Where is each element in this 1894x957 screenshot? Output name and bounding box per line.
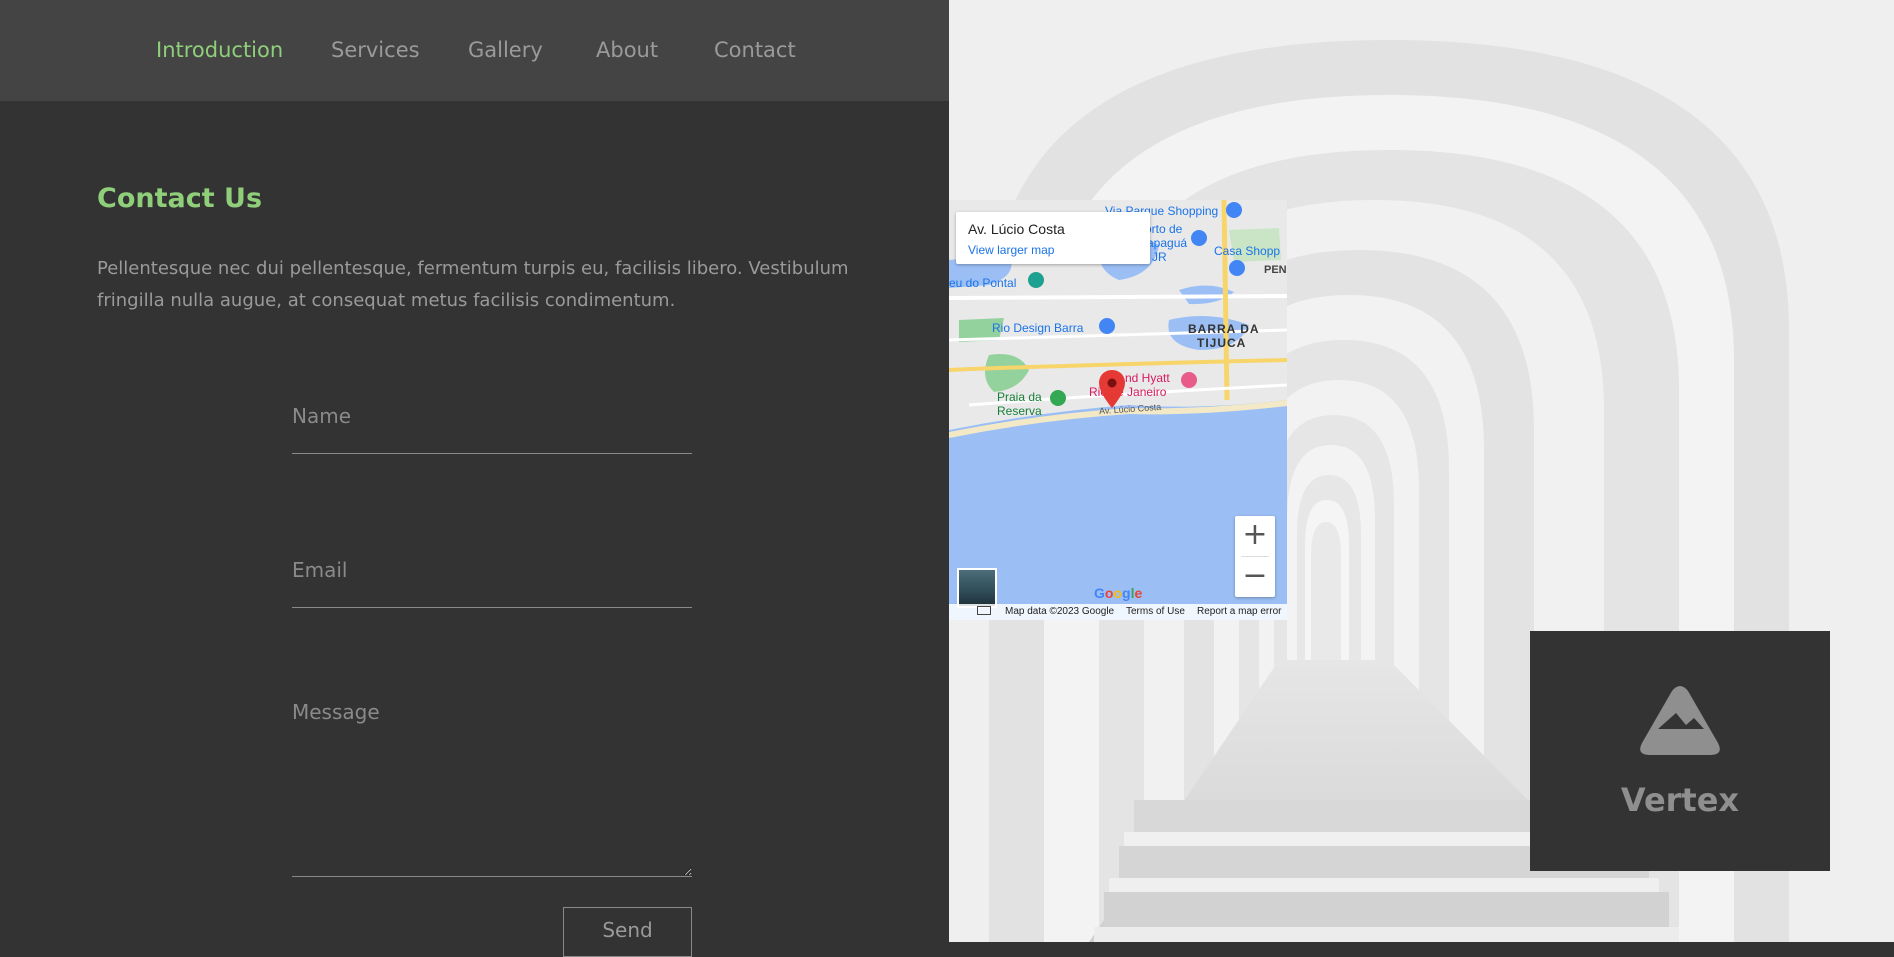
map-data-text: Map data ©2023 Google [1005, 606, 1115, 617]
zoom-in-button[interactable]: + [1235, 516, 1275, 556]
map-place-name: Av. Lúcio Costa [968, 221, 1065, 237]
top-navigation: Introduction Services Gallery About Cont… [0, 0, 949, 101]
nav-item-about[interactable]: About [596, 38, 658, 62]
beach-icon[interactable] [1050, 390, 1066, 406]
map-label-barra: BARRA DA [1188, 322, 1260, 336]
hotel-icon[interactable] [1181, 372, 1197, 388]
embedded-map[interactable]: Via Parque Shopping orto de apaguá JR Ca… [949, 200, 1287, 620]
triangle-logo-icon [1640, 686, 1720, 755]
brand-name: Vertex [1620, 781, 1740, 819]
map-attribution-bar: Map data ©2023 Google Terms of Use Repor… [949, 604, 1287, 620]
map-label-rio-design: Rio Design Barra [992, 321, 1084, 335]
name-input[interactable] [292, 392, 692, 454]
map-label-tijuca: TIJUCA [1197, 336, 1247, 350]
zoom-out-button[interactable]: − [1235, 557, 1275, 597]
nav-item-gallery[interactable]: Gallery [468, 38, 543, 62]
section-heading: Contact Us [97, 183, 263, 214]
zoom-controls: + − [1235, 516, 1275, 597]
map-label-hyatt-1: nd Hyatt [1125, 371, 1170, 385]
airport-icon[interactable] [1191, 230, 1207, 246]
location-pin-icon[interactable] [1099, 370, 1125, 408]
terms-of-use-link[interactable]: Terms of Use [1126, 606, 1185, 617]
nav-item-contact[interactable]: Contact [714, 38, 796, 62]
nav-item-services[interactable]: Services [331, 38, 420, 62]
map-info-window: Av. Lúcio Costa View larger map [956, 212, 1150, 264]
send-button[interactable]: Send [563, 907, 692, 957]
section-description: Pellentesque nec dui pellentesque, ferme… [97, 258, 849, 311]
satellite-toggle-button[interactable] [957, 568, 997, 608]
view-larger-map-link[interactable]: View larger map [968, 243, 1054, 257]
shopping-icon[interactable] [1229, 260, 1245, 276]
report-map-error-link[interactable]: Report a map error [1197, 606, 1281, 617]
museum-icon[interactable] [1028, 272, 1044, 288]
map-label-casa-shopping: Casa Shopp [1214, 244, 1281, 258]
google-logo: Google [1094, 585, 1143, 601]
map-label-jr: JR [1152, 250, 1167, 264]
message-textarea[interactable] [292, 700, 692, 877]
shopping-icon[interactable] [1099, 318, 1115, 334]
contact-panel: Introduction Services Gallery About Cont… [0, 0, 949, 957]
map-label-pen: PEN [1264, 264, 1287, 276]
map-label-praia-2: Reserva [997, 404, 1042, 418]
shopping-icon[interactable] [1226, 202, 1242, 218]
email-input[interactable] [292, 546, 692, 608]
map-label-pontal: eu do Pontal [949, 276, 1017, 290]
map-label-porto: orto de [1145, 222, 1183, 236]
brand-logo-card: Vertex [1530, 631, 1830, 871]
keyboard-icon[interactable] [977, 606, 991, 615]
map-label-pagua: apaguá [1147, 236, 1188, 250]
nav-item-introduction[interactable]: Introduction [156, 38, 283, 62]
map-label-praia-1: Praia da [997, 390, 1042, 404]
